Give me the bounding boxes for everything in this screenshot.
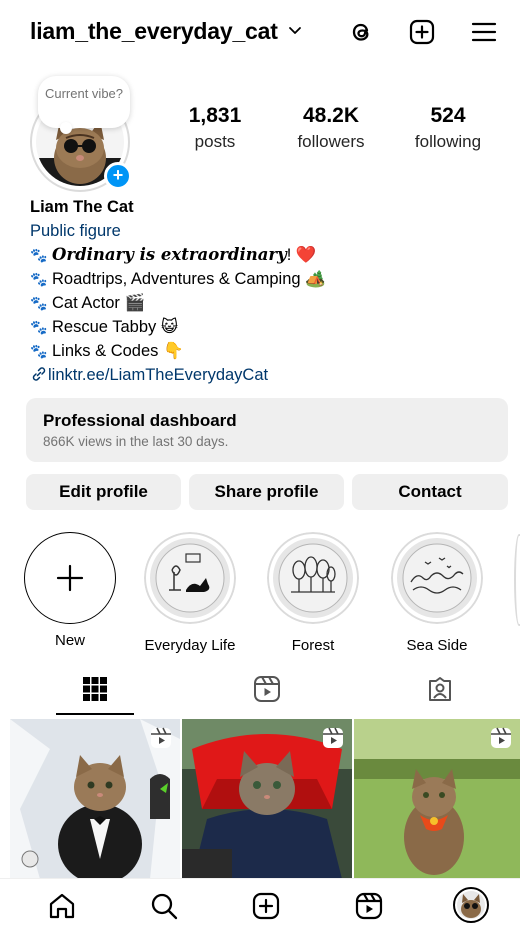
posts-label: posts bbox=[194, 132, 236, 151]
active-tab-indicator bbox=[56, 713, 134, 715]
highlight-sea-side[interactable]: Sea Side bbox=[389, 532, 485, 654]
bio-line: 🐾 Roadtrips, Adventures & Camping 🏕️ bbox=[30, 267, 500, 291]
paw-icon: 🐾 bbox=[30, 271, 48, 287]
reel-badge-icon bbox=[491, 727, 511, 748]
highlight-everyday-life[interactable]: Everyday Life bbox=[142, 532, 238, 654]
professional-dashboard[interactable]: Professional dashboard 866K views in the… bbox=[26, 398, 508, 462]
stat-following[interactable]: 524 following bbox=[403, 104, 493, 152]
add-story-button[interactable]: + bbox=[104, 162, 132, 190]
highlight-label: New bbox=[54, 632, 85, 649]
followers-label: followers bbox=[297, 132, 365, 151]
dashboard-subtitle: 866K views in the last 30 days. bbox=[43, 434, 229, 449]
highlight-forest[interactable]: Forest bbox=[265, 532, 361, 654]
following-label: following bbox=[414, 132, 482, 151]
sea-side-highlight-image bbox=[391, 532, 483, 624]
everyday-life-highlight-image bbox=[144, 532, 236, 624]
search-icon[interactable] bbox=[149, 891, 179, 921]
post-thumbnail[interactable] bbox=[10, 719, 180, 879]
paw-icon: 🐾 bbox=[30, 319, 48, 335]
stat-followers[interactable]: 48.2K followers bbox=[286, 104, 376, 152]
dashboard-title: Professional dashboard bbox=[43, 411, 237, 430]
create-icon[interactable] bbox=[251, 891, 281, 921]
profile-header: liam_the_everyday_cat bbox=[0, 0, 520, 64]
profile-bio: Liam The Cat Public figure 🐾 Ordinary is … bbox=[30, 195, 500, 387]
posts-count: 1,831 bbox=[188, 104, 242, 127]
category-label[interactable]: Public figure bbox=[30, 219, 500, 243]
paw-icon: 🐾 bbox=[30, 295, 48, 311]
tagged-icon bbox=[428, 677, 451, 701]
contact-button[interactable]: Contact bbox=[352, 474, 508, 510]
tab-tagged[interactable] bbox=[353, 672, 520, 716]
share-profile-button[interactable]: Share profile bbox=[189, 474, 344, 510]
bottom-navigation bbox=[0, 878, 520, 930]
threads-icon[interactable] bbox=[348, 18, 376, 46]
tab-reels[interactable] bbox=[180, 672, 353, 716]
reels-nav-icon[interactable] bbox=[354, 891, 384, 921]
stat-posts[interactable]: 1,831 posts bbox=[177, 104, 253, 152]
create-post-icon[interactable] bbox=[408, 18, 436, 46]
highlight-new[interactable]: New bbox=[22, 532, 118, 649]
forest-highlight-image bbox=[267, 532, 359, 624]
bio-link[interactable]: linktr.ee/LiamTheEverydayCat bbox=[30, 363, 500, 387]
paw-icon: 🐾 bbox=[30, 247, 48, 263]
edit-profile-button[interactable]: Edit profile bbox=[26, 474, 181, 510]
highlight-label: Sea Side bbox=[406, 637, 468, 654]
note-bubble[interactable]: Current vibe? bbox=[38, 76, 130, 134]
grid-icon bbox=[82, 677, 107, 701]
reel-badge-icon bbox=[323, 727, 343, 748]
following-count: 524 bbox=[430, 104, 466, 127]
profile-avatar-nav[interactable] bbox=[453, 887, 489, 923]
display-name: Liam The Cat bbox=[30, 198, 134, 216]
post-thumbnail[interactable] bbox=[182, 719, 352, 879]
bio-line: 🐾 Links & Codes 👇 bbox=[30, 339, 500, 363]
tab-posts-grid[interactable] bbox=[8, 672, 181, 716]
menu-icon[interactable] bbox=[470, 18, 498, 46]
highlight-label: Everyday Life bbox=[144, 637, 236, 654]
link-icon bbox=[32, 367, 46, 381]
plus-icon bbox=[56, 564, 83, 591]
followers-count: 48.2K bbox=[302, 104, 360, 127]
reels-icon bbox=[253, 676, 280, 702]
new-highlight-circle bbox=[24, 532, 116, 624]
home-icon[interactable] bbox=[47, 891, 77, 921]
account-switcher[interactable]: liam_the_everyday_cat bbox=[30, 18, 278, 45]
chevron-down-icon[interactable] bbox=[287, 22, 303, 38]
highlight-label: Forest bbox=[291, 637, 335, 654]
highlight-overflow bbox=[514, 534, 520, 626]
bio-line: 🐾 Rescue Tabby 😺 bbox=[30, 315, 500, 339]
bio-line: 🐾 Cat Actor 🎬 bbox=[30, 291, 500, 315]
paw-icon: 🐾 bbox=[30, 343, 48, 359]
reel-badge-icon bbox=[151, 727, 171, 748]
post-thumbnail[interactable] bbox=[354, 719, 520, 879]
bio-line: 🐾 Ordinary is extraordinary! ❤️ bbox=[30, 243, 500, 267]
